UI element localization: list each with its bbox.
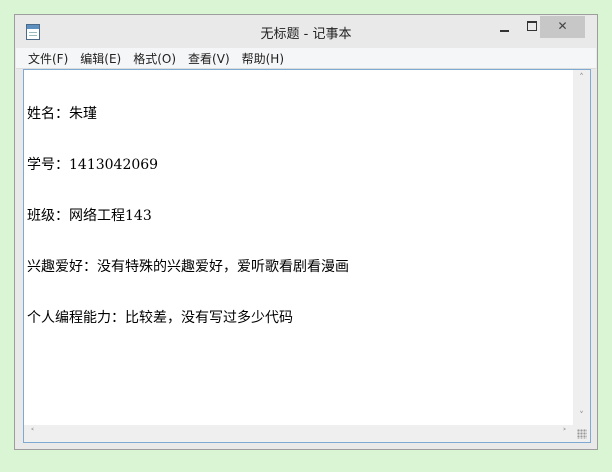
scroll-right-arrow-icon[interactable]: ˃: [556, 425, 573, 442]
document-text[interactable]: 姓名：朱瑾 学号：1413042069 班级：网络工程143 兴趣爱好：没有特殊…: [24, 70, 572, 424]
menu-format[interactable]: 格式(O): [127, 49, 182, 67]
notepad-window: 无标题 - 记事本 ✕ 文件(F) 编辑(E) 格式(O) 查看(V) 帮助(H) 姓名…: [14, 14, 598, 450]
maximize-icon: [527, 21, 537, 31]
resize-grip-icon: [577, 429, 587, 439]
vertical-scrollbar[interactable]: ˄ ˅: [573, 70, 590, 425]
scroll-down-arrow-icon[interactable]: ˅: [573, 408, 590, 425]
text-line-name: 姓名：朱瑾: [27, 106, 97, 122]
scroll-left-arrow-icon[interactable]: ˂: [24, 425, 41, 442]
close-icon: ✕: [557, 19, 568, 33]
menu-help[interactable]: 帮助(H): [236, 49, 290, 67]
text-editor[interactable]: 姓名：朱瑾 学号：1413042069 班级：网络工程143 兴趣爱好：没有特殊…: [23, 69, 591, 443]
text-line-class: 班级：网络工程143: [27, 208, 152, 224]
menu-view[interactable]: 查看(V): [182, 49, 236, 67]
minimize-icon: [499, 29, 509, 32]
menu-edit[interactable]: 编辑(E): [74, 49, 127, 67]
text-line-student-id: 学号：1413042069: [27, 157, 159, 173]
scroll-up-arrow-icon[interactable]: ˄: [573, 70, 590, 87]
size-grip[interactable]: [573, 425, 590, 442]
minimize-button[interactable]: [490, 16, 518, 38]
title-bar[interactable]: 无标题 - 记事本 ✕: [15, 15, 597, 47]
horizontal-scrollbar[interactable]: ˂ ˃: [24, 425, 573, 442]
text-line-programming-ability: 个人编程能力：比较差，没有写过多少代码: [27, 310, 293, 326]
menu-file[interactable]: 文件(F): [22, 49, 74, 67]
close-button[interactable]: ✕: [540, 16, 585, 38]
text-line-hobbies: 兴趣爱好：没有特殊的兴趣爱好，爱听歌看剧看漫画: [27, 259, 349, 275]
menu-bar: 文件(F) 编辑(E) 格式(O) 查看(V) 帮助(H): [16, 48, 596, 69]
